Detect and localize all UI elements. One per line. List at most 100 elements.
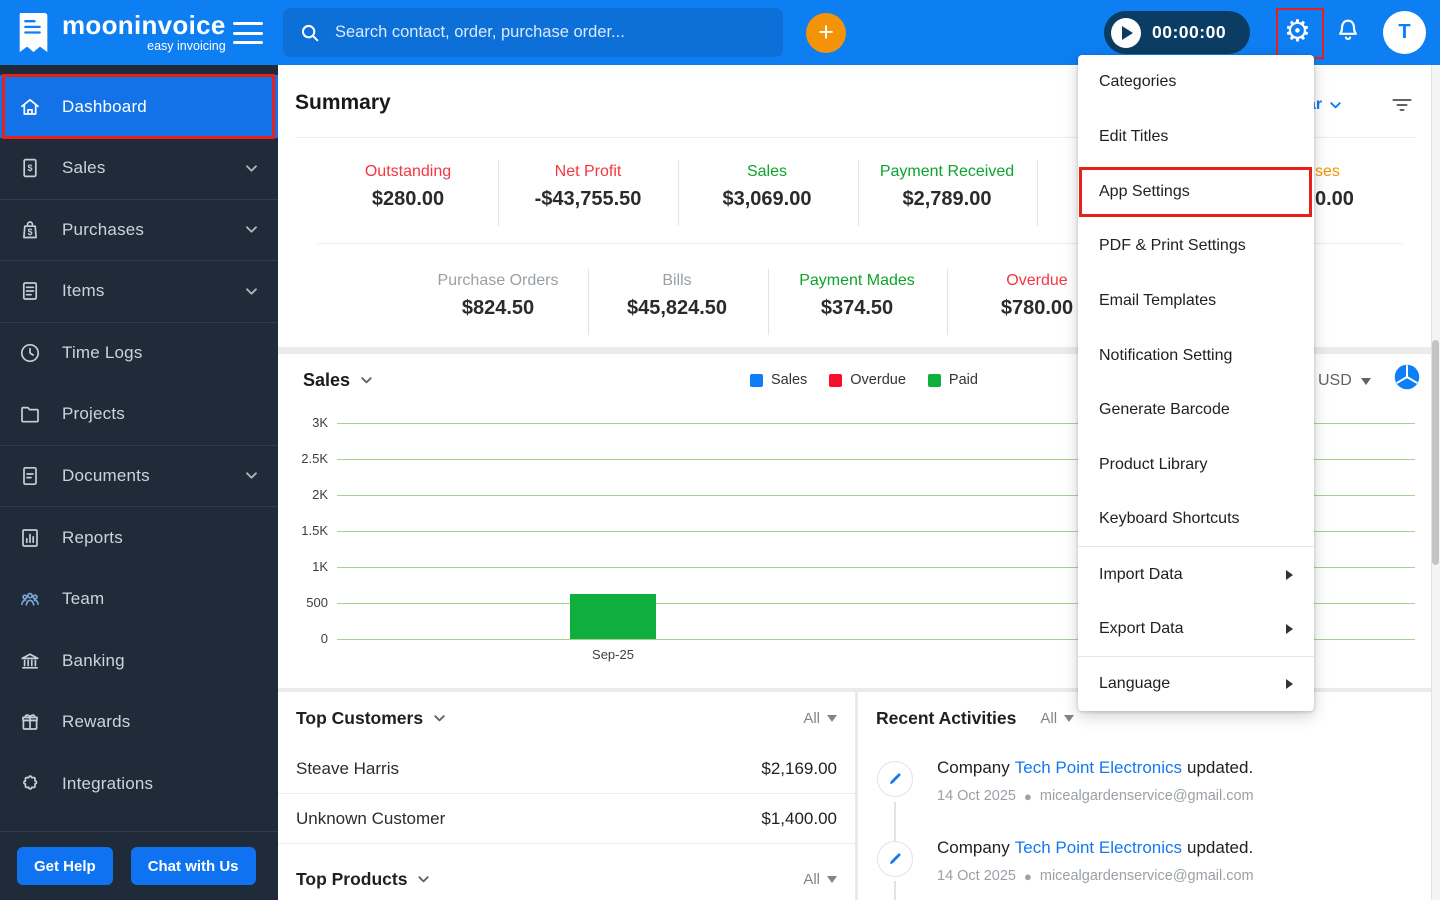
settings-menu-item[interactable]: Import Data [1078,547,1314,602]
sidebar-footer: Get Help Chat with Us [0,831,278,900]
sidebar-footer-button[interactable]: Chat with Us [130,847,256,885]
sidebar-item-icon [18,710,42,734]
activity-company-link[interactable]: Tech Point Electronics [1015,838,1182,858]
app-logo[interactable]: mooninvoice easy invoicing [12,11,226,54]
top-products-filter[interactable]: All [803,871,837,888]
menu-item-label: Export Data [1099,619,1184,637]
sidebar-item[interactable]: Projects [0,384,278,446]
settings-menu-item[interactable]: Edit Titles [1078,110,1314,165]
settings-menu-item[interactable]: Generate Barcode [1078,383,1314,438]
settings-menu-item[interactable]: Product Library [1078,438,1314,493]
menu-item-label: App Settings [1099,182,1190,200]
sidebar-item-icon [18,341,42,365]
summary-stat: ses 0.00 [1315,163,1354,211]
sidebar-item[interactable]: Items [0,261,278,323]
stat-divider [498,160,499,226]
scrollbar[interactable] [1431,65,1440,900]
sidebar-item-icon: $ [18,156,42,180]
y-axis-tick-label: 2K [312,487,328,502]
sidebar-item-label: Items [62,281,105,301]
top-customers-title-dropdown[interactable]: Top Customers [296,708,447,729]
menu-item-label: Email Templates [1099,292,1217,310]
submenu-arrow-icon [1286,678,1293,689]
user-avatar[interactable]: T [1383,11,1426,54]
sidebar-item-icon [18,649,42,673]
activity-prefix: Company [937,758,1010,777]
recent-activities-filter[interactable]: All [1040,710,1075,727]
settings-menu-item[interactable]: Export Data [1078,602,1314,657]
filter-label: All [803,709,820,727]
sidebar-item-label: Banking [62,650,125,670]
sidebar-item[interactable]: $ Purchases [0,200,278,261]
chart-bar-paid[interactable] [570,594,656,639]
stat-divider [678,160,679,226]
menu-item-label: Categories [1099,73,1177,91]
sidebar-footer-button[interactable]: Get Help [17,847,113,885]
svg-text:$: $ [27,163,32,173]
activity-text: Company Tech Point Electronics updated. … [937,838,1254,884]
scrollbar-thumb[interactable] [1432,340,1439,565]
settings-gear-button[interactable]: ⚙ [1276,8,1324,59]
settings-menu-item[interactable]: Notification Setting [1078,328,1314,383]
sidebar-item-label: Purchases [62,219,145,239]
sidebar-item-icon [18,95,42,119]
sidebar-item[interactable]: Documents [0,446,278,507]
stat-value: $824.50 [461,297,535,319]
global-search[interactable] [283,8,783,57]
sidebar-item[interactable]: Rewards [0,692,278,754]
customer-name: Unknown Customer [296,808,446,828]
sidebar-item[interactable]: Team [0,569,278,631]
menu-item-label: Import Data [1099,565,1183,583]
settings-menu-item[interactable]: App Settings [1078,164,1314,219]
chevron-down-icon [243,467,260,484]
activity-email: micealgardenservice@gmail.com [1039,788,1254,804]
play-icon[interactable] [1111,17,1141,48]
settings-menu-item[interactable]: Keyboard Shortcuts [1078,493,1314,548]
menu-item-label: Keyboard Shortcuts [1099,510,1240,528]
chevron-down-icon [1330,101,1341,108]
sidebar-item[interactable]: Dashboard [0,74,278,139]
activity-item: Company Tech Point Electronics updated. … [858,836,1432,900]
search-input[interactable] [335,23,767,42]
sidebar-item[interactable]: Reports [0,507,278,569]
top-products-title-dropdown[interactable]: Top Products [296,869,431,890]
summary-stat: Purchase Orders $824.50 [438,272,559,320]
chevron-down-icon [243,221,260,238]
recent-activities-title: Recent Activities [876,707,1017,728]
notifications-bell-button[interactable] [1334,17,1362,47]
stat-value: $374.50 [820,297,894,319]
edit-pencil-icon [877,841,913,877]
filter-icon[interactable] [1390,93,1414,117]
sidebar-item[interactable]: Time Logs [0,323,278,385]
stat-divider [588,269,589,335]
settings-menu-item[interactable]: Categories [1078,55,1314,110]
settings-menu-item[interactable]: Email Templates [1078,274,1314,329]
page-title: Summary [295,91,391,114]
settings-menu-item[interactable]: PDF & Print Settings [1078,219,1314,274]
sidebar-item[interactable]: $ Sales [0,138,278,200]
stat-value: $2,789.00 [902,188,992,210]
sidebar: Dashboard $ Sales $ Purchases Items Time… [0,65,278,900]
chevron-down-icon [418,875,430,882]
settings-menu-item[interactable]: Language [1078,657,1314,712]
customer-row[interactable]: Unknown Customer $1,400.00 [278,794,855,844]
quick-add-button[interactable]: + [806,13,846,53]
sidebar-item[interactable]: Banking [0,630,278,692]
menu-item-label: Language [1099,674,1171,692]
activity-suffix: updated. [1187,758,1254,777]
timer-value: 00:00:00 [1152,22,1227,42]
top-products-header: Top Products All [278,853,855,900]
time-tracker[interactable]: 00:00:00 [1104,11,1250,54]
activity-meta: 14 Oct 2025 ● micealgardenservice@gmail.… [937,868,1254,884]
stat-value: -$43,755.50 [534,188,642,210]
activity-company-link[interactable]: Tech Point Electronics [1015,758,1182,778]
chevron-down-icon [1064,714,1075,722]
sidebar-item-icon [18,279,42,303]
customer-row[interactable]: Steave Harris $2,169.00 [278,744,855,794]
top-customers-filter[interactable]: All [803,710,837,727]
stat-label: ses [1315,163,1340,180]
sidebar-item[interactable]: Integrations [0,753,278,815]
svg-text:$: $ [27,227,32,237]
hamburger-menu-icon[interactable] [233,22,263,44]
chevron-down-icon [827,875,837,883]
